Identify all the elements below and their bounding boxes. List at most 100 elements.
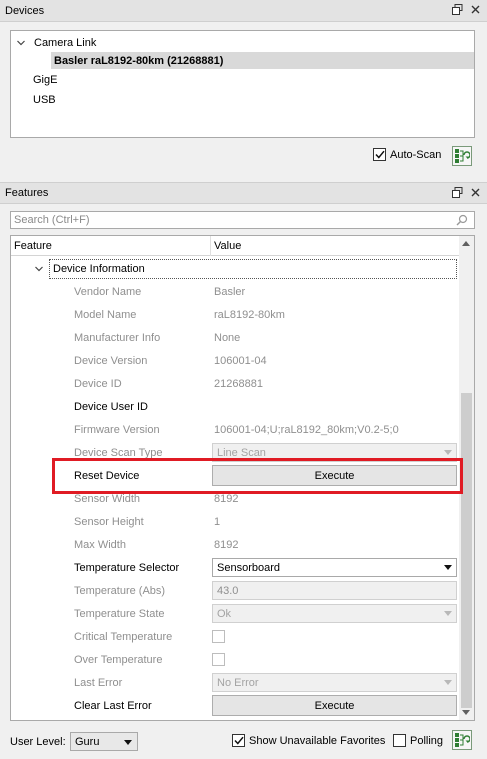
feature-row-last-error[interactable]: Last Error No Error bbox=[11, 671, 459, 694]
devices-panel-header: Devices bbox=[0, 0, 487, 22]
feature-name: Vendor Name bbox=[74, 285, 142, 298]
chevron-down-icon[interactable] bbox=[16, 38, 26, 48]
feature-row-model-name[interactable]: Model Name raL8192-80km bbox=[11, 303, 459, 326]
feature-name: Max Width bbox=[74, 538, 126, 551]
search-icon bbox=[456, 214, 468, 229]
select-value: Line Scan bbox=[217, 446, 266, 459]
select-value: No Error bbox=[217, 676, 259, 689]
feature-name: Critical Temperature bbox=[74, 630, 173, 643]
chevron-down-icon bbox=[444, 611, 452, 616]
close-panel-icon[interactable] bbox=[470, 187, 481, 198]
chevron-down-icon bbox=[124, 740, 132, 745]
feature-tree-refresh-icon bbox=[455, 733, 470, 747]
feature-name: Manufacturer Info bbox=[74, 331, 161, 344]
feature-name: Firmware Version bbox=[74, 423, 160, 436]
reset-device-highlight bbox=[52, 458, 463, 494]
auto-scan-label: Auto-Scan bbox=[390, 148, 442, 161]
feature-name: Temperature Selector bbox=[74, 561, 180, 574]
tree-node-label: Basler raL8192-80km (21268881) bbox=[54, 54, 224, 67]
show-unavailable-toggle[interactable]: Show Unavailable Favorites bbox=[232, 734, 385, 747]
feature-value: 8192 bbox=[214, 538, 239, 551]
feature-name: Last Error bbox=[74, 676, 123, 689]
feature-row-sensor-height[interactable]: Sensor Height 1 bbox=[11, 510, 459, 533]
feature-row-temperature-state[interactable]: Temperature State Ok bbox=[11, 602, 459, 625]
chevron-down-icon bbox=[444, 565, 452, 570]
feature-search-input[interactable]: Search (Ctrl+F) bbox=[10, 211, 475, 229]
feature-row-vendor-name[interactable]: Vendor Name Basler bbox=[11, 280, 459, 303]
close-panel-icon[interactable] bbox=[470, 4, 481, 15]
feature-row-max-width[interactable]: Max Width 8192 bbox=[11, 533, 459, 556]
feature-value: 21268881 bbox=[214, 377, 263, 390]
feature-value-checkbox bbox=[212, 653, 225, 666]
tree-node-usb[interactable]: USB bbox=[33, 91, 56, 108]
feature-value: 1 bbox=[214, 515, 221, 528]
chevron-down-icon bbox=[444, 680, 452, 685]
feature-name: Temperature (Abs) bbox=[74, 584, 166, 597]
category-row-device-information[interactable]: Device Information bbox=[11, 258, 459, 280]
feature-name: Device Version bbox=[74, 354, 148, 367]
feature-row-temperature-abs[interactable]: Temperature (Abs) 43.0 bbox=[11, 579, 459, 602]
refresh-features-button[interactable] bbox=[452, 730, 472, 750]
feature-value: 106001-04 bbox=[214, 354, 267, 367]
feature-row-over-temperature[interactable]: Over Temperature bbox=[11, 648, 459, 671]
category-label: Device Information bbox=[49, 259, 457, 279]
column-header-value[interactable]: Value bbox=[211, 236, 459, 256]
tree-node-label: Camera Link bbox=[34, 36, 97, 49]
feature-row-firmware-version[interactable]: Firmware Version 106001-04;U;raL8192_80km… bbox=[11, 418, 459, 441]
feature-row-device-id[interactable]: Device ID 21268881 bbox=[11, 372, 459, 395]
bottom-toolbar: User Level: Guru Show Unavailable Favori… bbox=[0, 727, 487, 757]
feature-value: Basler bbox=[214, 285, 246, 298]
float-panel-icon[interactable] bbox=[452, 187, 463, 198]
show-unavailable-checkbox[interactable] bbox=[232, 734, 245, 747]
feature-name: Clear Last Error bbox=[74, 699, 152, 712]
user-level-value: Guru bbox=[75, 735, 100, 748]
tree-node-gige[interactable]: GigE bbox=[33, 71, 57, 88]
clear-last-error-execute-button[interactable]: Execute bbox=[212, 695, 457, 716]
polling-toggle[interactable]: Polling bbox=[393, 734, 443, 747]
float-panel-icon[interactable] bbox=[452, 4, 463, 15]
feature-row-device-user-id[interactable]: Device User ID bbox=[11, 395, 459, 418]
column-header-feature[interactable]: Feature bbox=[11, 236, 211, 256]
input-value: 43.0 bbox=[217, 584, 239, 597]
select-value: Ok bbox=[217, 607, 232, 620]
feature-value-select: No Error bbox=[212, 673, 457, 692]
feature-value: raL8192-80km bbox=[214, 308, 285, 321]
scroll-thumb[interactable] bbox=[461, 393, 472, 708]
tree-node-label: GigE bbox=[33, 73, 58, 86]
tree-node-basler-camera[interactable]: Basler raL8192-80km (21268881) bbox=[51, 52, 474, 69]
feature-row-critical-temperature[interactable]: Critical Temperature bbox=[11, 625, 459, 648]
auto-scan-toggle[interactable]: Auto-Scan bbox=[373, 148, 441, 161]
polling-checkbox[interactable] bbox=[393, 734, 406, 747]
feature-name: Device ID bbox=[74, 377, 122, 390]
chevron-down-icon bbox=[444, 450, 452, 455]
grid-header: Feature Value bbox=[11, 236, 459, 256]
feature-value: 106001-04;U;raL8192_80km;V0.2-5;0 bbox=[214, 423, 399, 436]
show-unavailable-label: Show Unavailable Favorites bbox=[249, 734, 386, 747]
scroll-down-icon[interactable] bbox=[462, 710, 470, 715]
feature-row-temperature-selector[interactable]: Temperature Selector Sensorboard bbox=[11, 556, 459, 579]
feature-value-select[interactable]: Sensorboard bbox=[212, 558, 457, 577]
feature-row-manufacturer-info[interactable]: Manufacturer Info None bbox=[11, 326, 459, 349]
select-value: Sensorboard bbox=[217, 561, 280, 574]
refresh-devices-button[interactable] bbox=[452, 146, 472, 166]
feature-value-input: 43.0 bbox=[212, 581, 457, 600]
device-tree: Camera Link Basler raL8192-80km (2126888… bbox=[10, 30, 475, 138]
feature-name: Sensor Height bbox=[74, 515, 144, 528]
scroll-up-icon[interactable] bbox=[462, 241, 470, 246]
tree-node-camera-link[interactable]: Camera Link bbox=[16, 34, 96, 51]
feature-value-select: Ok bbox=[212, 604, 457, 623]
chevron-down-icon[interactable] bbox=[34, 264, 44, 277]
user-level-label: User Level: bbox=[10, 736, 66, 748]
tree-node-label: USB bbox=[33, 93, 56, 106]
polling-label: Polling bbox=[410, 734, 444, 747]
features-panel-header: Features bbox=[0, 182, 487, 204]
feature-name: Over Temperature bbox=[74, 653, 163, 666]
feature-row-device-version[interactable]: Device Version 106001-04 bbox=[11, 349, 459, 372]
feature-row-clear-last-error[interactable]: Clear Last Error Execute bbox=[11, 694, 459, 717]
auto-scan-checkbox[interactable] bbox=[373, 148, 386, 161]
devices-panel-title: Devices bbox=[5, 4, 45, 17]
device-tree-refresh-icon bbox=[455, 149, 470, 163]
features-panel-title: Features bbox=[5, 187, 49, 199]
feature-name: Device User ID bbox=[74, 400, 148, 413]
user-level-select[interactable]: Guru bbox=[70, 732, 138, 751]
